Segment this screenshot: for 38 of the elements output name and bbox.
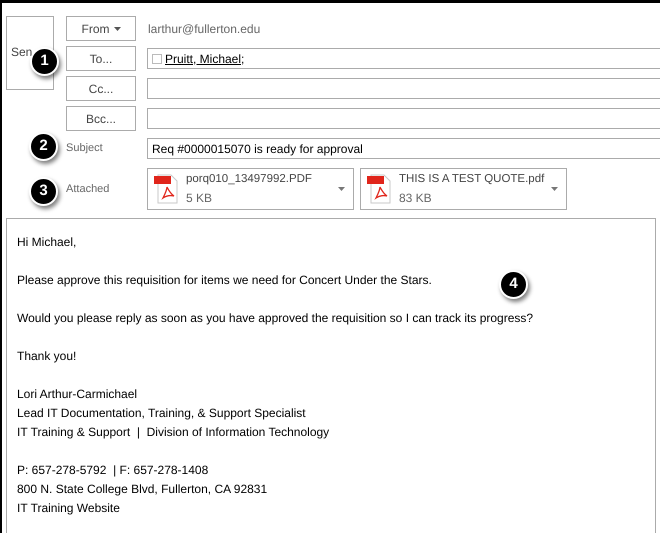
body-text-line: Thank you!	[17, 348, 76, 365]
subject-label: Subject	[66, 141, 104, 156]
attachment-name: porq010_13497992.PDF	[186, 172, 313, 188]
body-text-line: Hi Michael,	[17, 234, 76, 251]
step-badge: 1	[30, 47, 59, 76]
caret-icon	[338, 187, 345, 191]
body-text-line: Lead IT Documentation, Training, & Support Specialist	[17, 405, 306, 422]
body-text-line: IT Training Website	[17, 500, 120, 517]
step-badge: 4	[499, 270, 528, 299]
pdf-file-icon	[154, 174, 178, 204]
body-text-line: P: 657-278-5792 | F: 657-278-1408	[17, 462, 208, 479]
body-text-line: 800 N. State College Blvd, Fullerton, CA 92831	[17, 481, 268, 498]
to-field[interactable]: Pruitt, Michael;	[147, 48, 660, 69]
subject-field[interactable]: Req #0000015070 is ready for approval	[147, 138, 660, 159]
bcc-field[interactable]	[147, 108, 660, 129]
body-text-line: Lori Arthur-Carmichael	[17, 386, 138, 403]
body-text-line: Would you please reply as soon as you have approved the requisition so I can track its progress?	[17, 310, 534, 327]
caret-icon	[551, 187, 558, 191]
caret-icon	[114, 26, 120, 30]
body-text-line: Please approve this requisition for items we need for Concert Under the Stars.	[17, 272, 432, 289]
body-text-line: IT Training & Support | Division of Information Technology	[17, 424, 330, 441]
cc-field[interactable]	[147, 78, 660, 99]
address-button[interactable]: To...	[66, 46, 136, 71]
from-dropdown-button[interactable]: From	[66, 16, 136, 41]
checkbox[interactable]	[152, 54, 162, 64]
recipient-link[interactable]: Pruitt, Michael;	[165, 50, 244, 68]
address-button[interactable]: Bcc...	[66, 106, 136, 131]
attachment-name: THIS IS A TEST QUOTE.pdf	[399, 172, 543, 188]
attachment-size: 5 KB	[186, 190, 214, 207]
attachment-size: 83 KB	[399, 190, 433, 207]
address-button[interactable]: Cc...	[66, 76, 136, 101]
step-badge: 2	[29, 132, 58, 161]
attachment-chip[interactable]: porq010_13497992.PDF 5 KB	[147, 168, 354, 210]
attachment-chip[interactable]: THIS IS A TEST QUOTE.pdf 83 KB	[360, 168, 567, 210]
sender-address: larthur@fullerton.edu	[148, 20, 260, 38]
step-badge: 3	[29, 177, 58, 206]
attached-label: Attached	[66, 182, 110, 197]
pdf-file-icon	[367, 174, 391, 204]
